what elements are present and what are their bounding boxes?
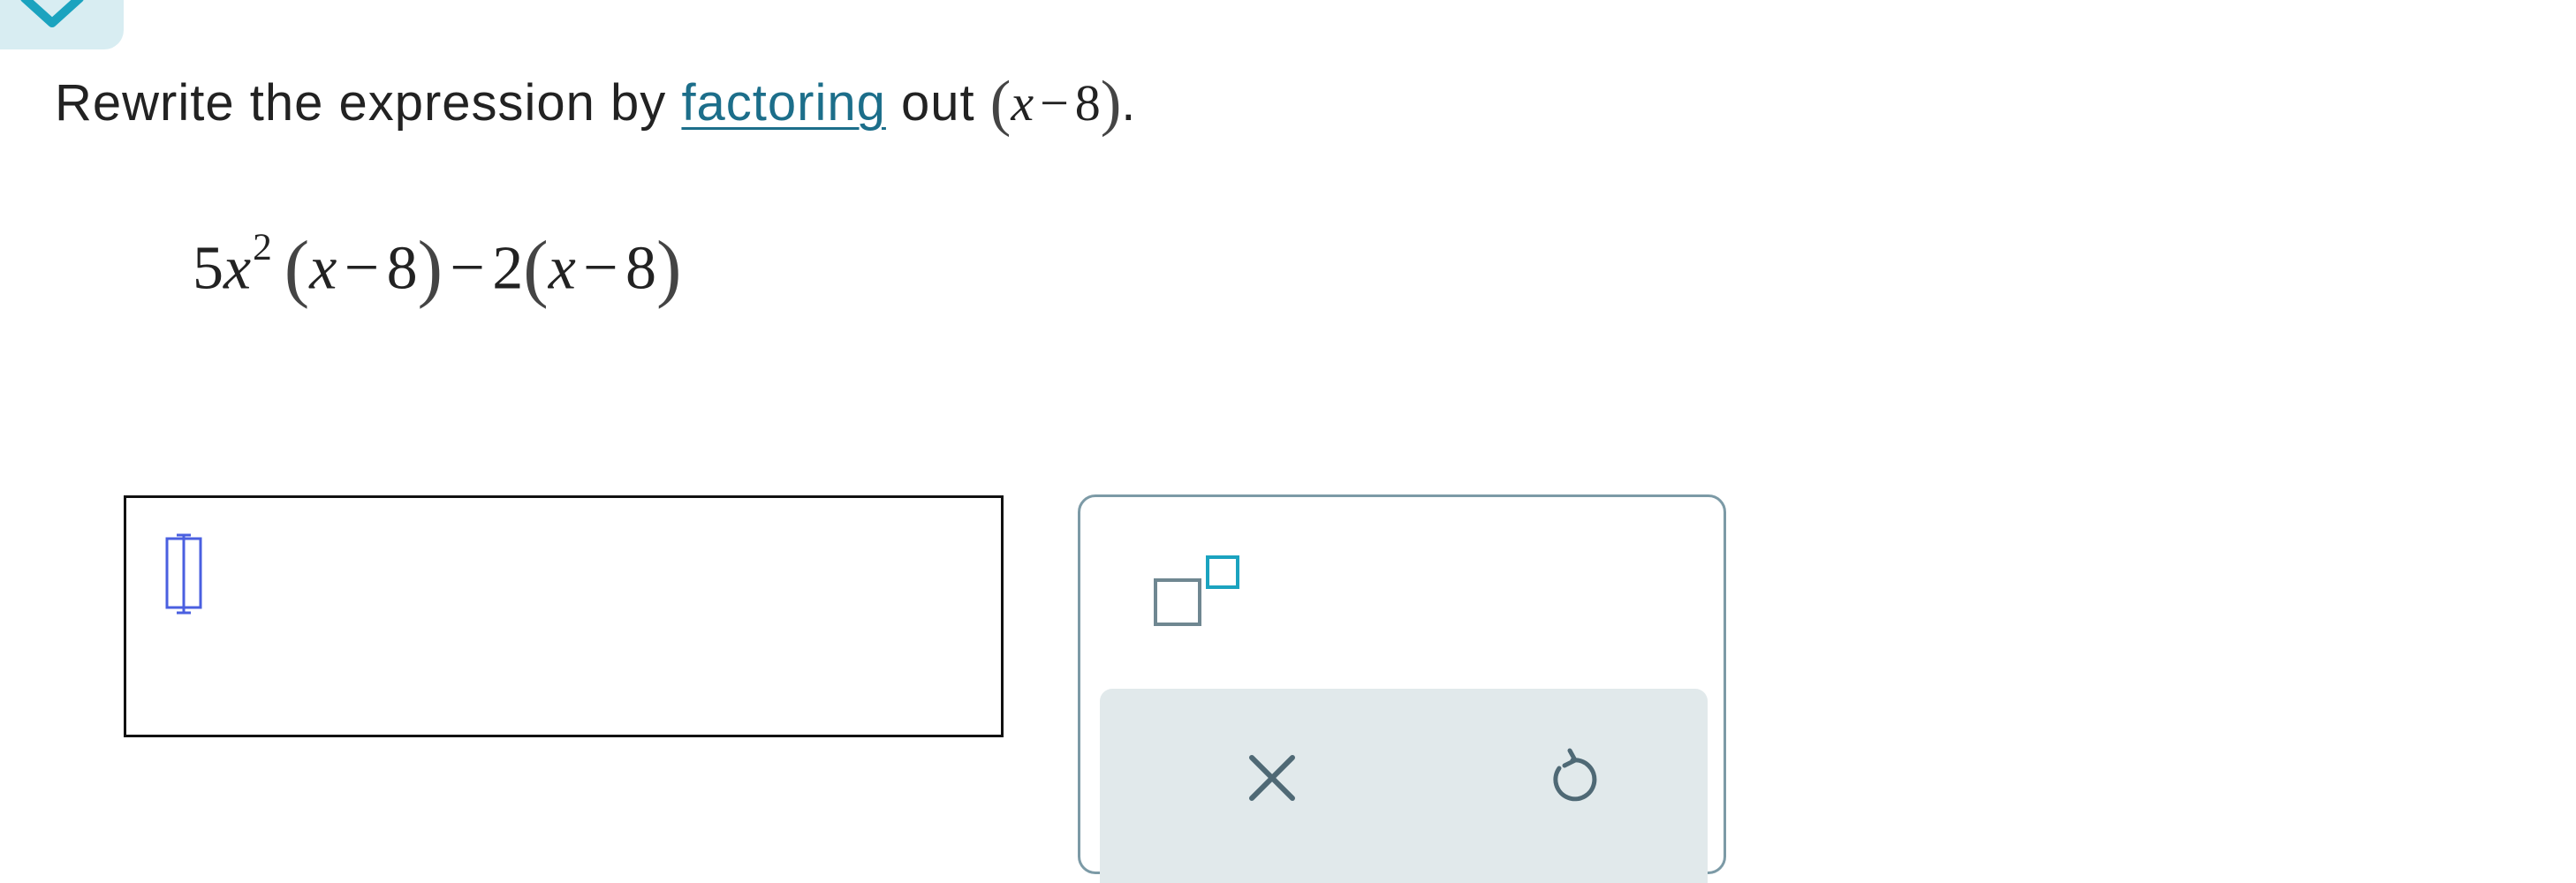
prompt-text: Rewrite the expression by	[55, 74, 667, 132]
given-expression: 5x2 (x −8) −2(x −8)	[193, 226, 682, 310]
clear-button[interactable]	[1232, 738, 1312, 818]
undo-icon	[1553, 748, 1597, 802]
chevron-down-icon	[20, 0, 84, 27]
math-palette	[1078, 494, 1726, 883]
prompt-period: .	[1121, 74, 1137, 132]
superscript-template-icon	[1154, 555, 1239, 626]
close-icon	[1249, 755, 1295, 801]
factoring-link[interactable]: factoring	[681, 74, 885, 132]
question-status-tab[interactable]	[0, 0, 124, 49]
question-prompt: Rewrite the expression by factoring out …	[55, 64, 1136, 143]
exponent-button[interactable]	[1153, 554, 1250, 642]
empty-slot-cursor-icon	[165, 533, 202, 615]
exponent: 2	[253, 226, 272, 269]
answer-input[interactable]	[124, 495, 1004, 737]
factor-expression: (x −8)	[989, 69, 1122, 139]
undo-button[interactable]	[1531, 738, 1610, 818]
palette-action-bar	[1100, 689, 1708, 883]
prompt-text-out: out	[901, 74, 975, 132]
